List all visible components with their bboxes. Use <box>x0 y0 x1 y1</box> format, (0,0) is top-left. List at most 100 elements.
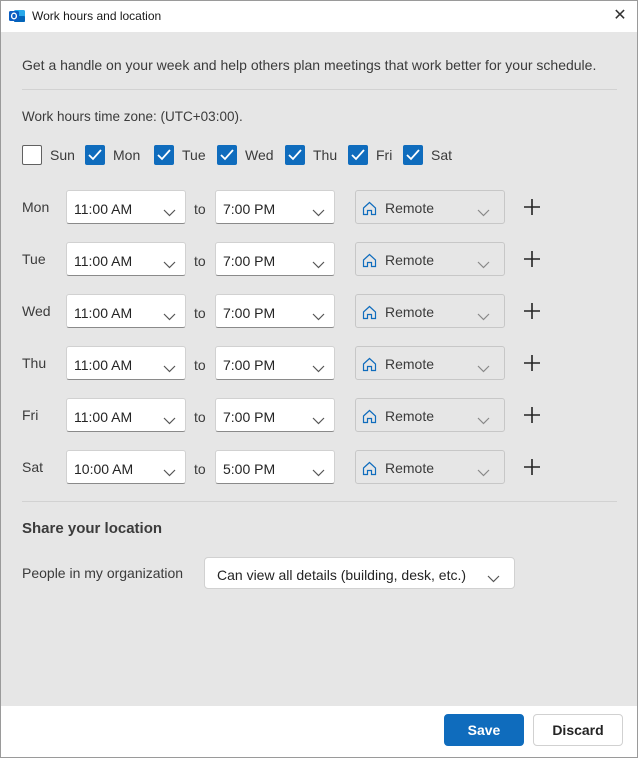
row-day-label: Mon <box>22 199 50 215</box>
row-day-label: Fri <box>22 407 39 423</box>
timezone-label: Work hours time zone: (UTC+03:00). <box>22 109 243 124</box>
chevron-down-icon <box>312 360 325 376</box>
location-dropdown[interactable]: Remote <box>355 450 505 484</box>
day-label: Tue <box>182 147 206 163</box>
checkmark-icon <box>220 149 234 161</box>
home-icon <box>362 409 377 427</box>
chevron-down-icon <box>477 464 490 480</box>
chevron-down-icon <box>477 308 490 324</box>
location-value: Remote <box>385 460 435 476</box>
checkmark-icon <box>88 149 102 161</box>
discard-button[interactable]: Discard <box>533 714 623 746</box>
checkbox-checked[interactable] <box>154 145 174 165</box>
chevron-down-icon <box>163 464 176 480</box>
to-label: to <box>194 201 206 217</box>
start-time-value: 11:00 AM <box>74 357 133 373</box>
chevron-down-icon <box>477 412 490 428</box>
day-label: Sat <box>431 147 453 163</box>
location-value: Remote <box>385 200 435 216</box>
schedule-row-tue: Tue 11:00 AM to 7:00 PM Remote <box>1 242 637 276</box>
end-time-value: 7:00 PM <box>223 253 276 269</box>
day-label: Mon <box>113 147 141 163</box>
to-label: to <box>194 461 206 477</box>
location-dropdown[interactable]: Remote <box>355 190 505 224</box>
add-time-plus-icon[interactable] <box>522 405 542 425</box>
checkmark-icon <box>288 149 302 161</box>
start-time-dropdown[interactable]: 11:00 AM <box>66 346 186 380</box>
title-bar: Work hours and location ✕ <box>1 1 637 32</box>
intro-text: Get a handle on your week and help other… <box>22 57 597 73</box>
start-time-value: 11:00 AM <box>74 201 133 217</box>
chevron-down-icon <box>487 570 500 586</box>
end-time-dropdown[interactable]: 7:00 PM <box>215 190 335 224</box>
start-time-dropdown[interactable]: 11:00 AM <box>66 190 186 224</box>
start-time-value: 11:00 AM <box>74 305 133 321</box>
checkmark-icon <box>351 149 365 161</box>
to-label: to <box>194 357 206 373</box>
schedule-row-thu: Thu 11:00 AM to 7:00 PM Remote <box>1 346 637 380</box>
checkmark-icon <box>157 149 171 161</box>
location-dropdown[interactable]: Remote <box>355 294 505 328</box>
chevron-down-icon <box>312 204 325 220</box>
start-time-value: 10:00 AM <box>74 461 134 477</box>
end-time-value: 7:00 PM <box>223 409 276 425</box>
row-day-label: Sat <box>22 459 44 475</box>
end-time-dropdown[interactable]: 5:00 PM <box>215 450 335 484</box>
checkbox-checked[interactable] <box>403 145 423 165</box>
start-time-dropdown[interactable]: 11:00 AM <box>66 294 186 328</box>
chevron-down-icon <box>163 308 176 324</box>
location-dropdown[interactable]: Remote <box>355 398 505 432</box>
end-time-value: 7:00 PM <box>223 305 276 321</box>
location-value: Remote <box>385 252 435 268</box>
start-time-value: 11:00 AM <box>74 253 133 269</box>
end-time-dropdown[interactable]: 7:00 PM <box>215 242 335 276</box>
add-time-plus-icon[interactable] <box>522 197 542 217</box>
checkbox-checked[interactable] <box>285 145 305 165</box>
home-icon <box>362 357 377 375</box>
start-time-dropdown[interactable]: 11:00 AM <box>66 242 186 276</box>
add-time-plus-icon[interactable] <box>522 249 542 269</box>
schedule-row-sat: Sat 10:00 AM to 5:00 PM Remote <box>1 450 637 484</box>
window-title: Work hours and location <box>32 9 162 23</box>
checkbox-checked[interactable] <box>85 145 105 165</box>
dialog-window: Work hours and location ✕ Get a handle o… <box>0 0 638 758</box>
add-time-plus-icon[interactable] <box>522 301 542 321</box>
end-time-dropdown[interactable]: 7:00 PM <box>215 294 335 328</box>
start-time-value: 11:00 AM <box>74 409 133 425</box>
day-label: Thu <box>313 147 338 163</box>
start-time-dropdown[interactable]: 10:00 AM <box>66 450 186 484</box>
checkbox-unchecked[interactable] <box>22 145 42 165</box>
checkbox-checked[interactable] <box>217 145 237 165</box>
share-location-heading: Share your location <box>22 520 163 537</box>
dialog-footer: Save Discard <box>1 706 637 757</box>
add-time-plus-icon[interactable] <box>522 457 542 477</box>
day-label: Wed <box>245 147 274 163</box>
location-value: Remote <box>385 408 435 424</box>
end-time-dropdown[interactable]: 7:00 PM <box>215 346 335 380</box>
chevron-down-icon <box>312 412 325 428</box>
chevron-down-icon <box>163 360 176 376</box>
location-permission-dropdown[interactable]: Can view all details (building, desk, et… <box>204 557 515 589</box>
location-dropdown[interactable]: Remote <box>355 346 505 380</box>
row-day-label: Thu <box>22 355 47 371</box>
people-in-org-label: People in my organization <box>22 565 184 581</box>
home-icon <box>362 461 377 479</box>
checkbox-checked[interactable] <box>348 145 368 165</box>
add-time-plus-icon[interactable] <box>522 353 542 373</box>
to-label: to <box>194 253 206 269</box>
day-label: Fri <box>376 147 393 163</box>
end-time-value: 7:00 PM <box>223 357 276 373</box>
start-time-dropdown[interactable]: 11:00 AM <box>66 398 186 432</box>
save-button[interactable]: Save <box>444 714 524 746</box>
location-dropdown[interactable]: Remote <box>355 242 505 276</box>
chevron-down-icon <box>312 308 325 324</box>
schedule-row-fri: Fri 11:00 AM to 7:00 PM Remote <box>1 398 637 432</box>
outlook-icon <box>9 8 25 24</box>
end-time-dropdown[interactable]: 7:00 PM <box>215 398 335 432</box>
day-label: Sun <box>50 147 75 163</box>
checkmark-icon <box>406 149 420 161</box>
location-value: Remote <box>385 304 435 320</box>
divider <box>22 501 617 502</box>
row-day-label: Wed <box>22 303 51 319</box>
close-button[interactable]: ✕ <box>608 5 632 29</box>
